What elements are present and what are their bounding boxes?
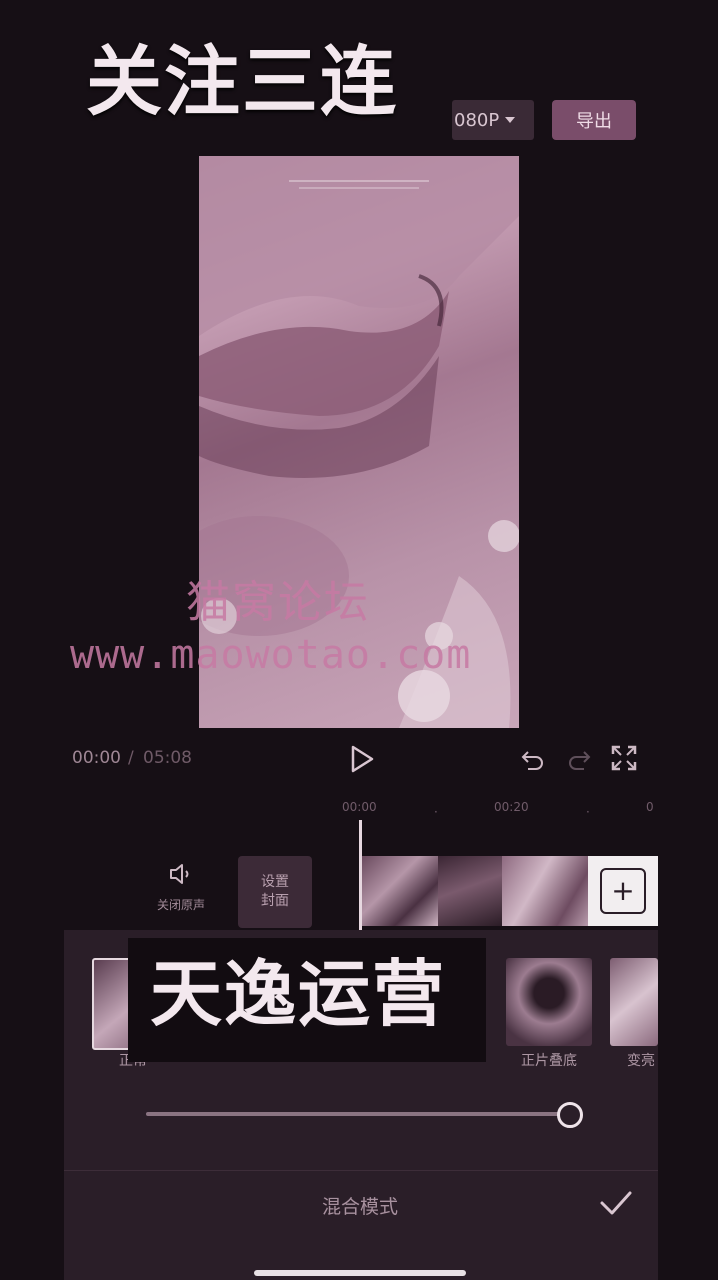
overlay-text-bottom: 天逸运营 — [150, 952, 447, 1036]
plus-icon: + — [600, 868, 646, 914]
opacity-slider-knob[interactable] — [557, 1102, 583, 1128]
cover-label-line2: 封面 — [261, 893, 289, 909]
opacity-slider-track[interactable] — [146, 1112, 570, 1116]
track-thumbnail — [362, 856, 438, 926]
export-button[interactable]: 导出 — [552, 100, 636, 140]
fullscreen-icon[interactable] — [610, 744, 638, 772]
undo-icon[interactable] — [520, 746, 546, 772]
speaker-icon — [170, 864, 189, 884]
set-cover-button[interactable]: 设置 封面 — [238, 856, 312, 928]
divider — [64, 1170, 658, 1171]
cover-label-line1: 设置 — [261, 874, 289, 891]
play-icon[interactable] — [348, 744, 376, 774]
home-indicator — [254, 1270, 466, 1276]
time-separator: / — [128, 748, 134, 768]
add-clip-button[interactable]: + — [588, 856, 658, 926]
overlay-text-top: 关注三连 — [86, 37, 398, 126]
blend-mode-item[interactable] — [506, 958, 592, 1046]
current-time: 00:00 — [72, 748, 121, 768]
ruler-tick-2: 0 — [646, 800, 654, 814]
blend-mode-label: 变亮 — [627, 1053, 655, 1069]
redo-icon[interactable] — [566, 746, 592, 772]
confirm-check-icon[interactable] — [598, 1188, 634, 1218]
ruler-dot: · — [586, 805, 590, 819]
ruler-tick-0: 00:00 — [342, 800, 377, 814]
mute-label: 关闭原声 — [156, 898, 205, 912]
ruler-dot: · — [434, 805, 438, 819]
ruler-tick-1: 00:20 — [494, 800, 529, 814]
blend-mode-title: 混合模式 — [321, 1196, 398, 1218]
watermark-line2: www.maowotao.com — [70, 632, 472, 678]
total-time: 05:08 — [143, 748, 192, 768]
blend-mode-label: 正片叠底 — [521, 1053, 577, 1069]
track-thumbnail — [438, 856, 502, 926]
chevron-down-icon — [505, 117, 516, 123]
playhead[interactable] — [359, 820, 362, 930]
blend-mode-item[interactable] — [610, 958, 658, 1046]
track-thumbnail — [502, 856, 588, 926]
resolution-select[interactable]: 080P — [452, 100, 534, 140]
mute-original-button[interactable]: 关闭原声 — [150, 862, 212, 913]
watermark-line1: 猫窝论坛 — [186, 577, 370, 628]
resolution-value: 080P — [454, 109, 500, 131]
